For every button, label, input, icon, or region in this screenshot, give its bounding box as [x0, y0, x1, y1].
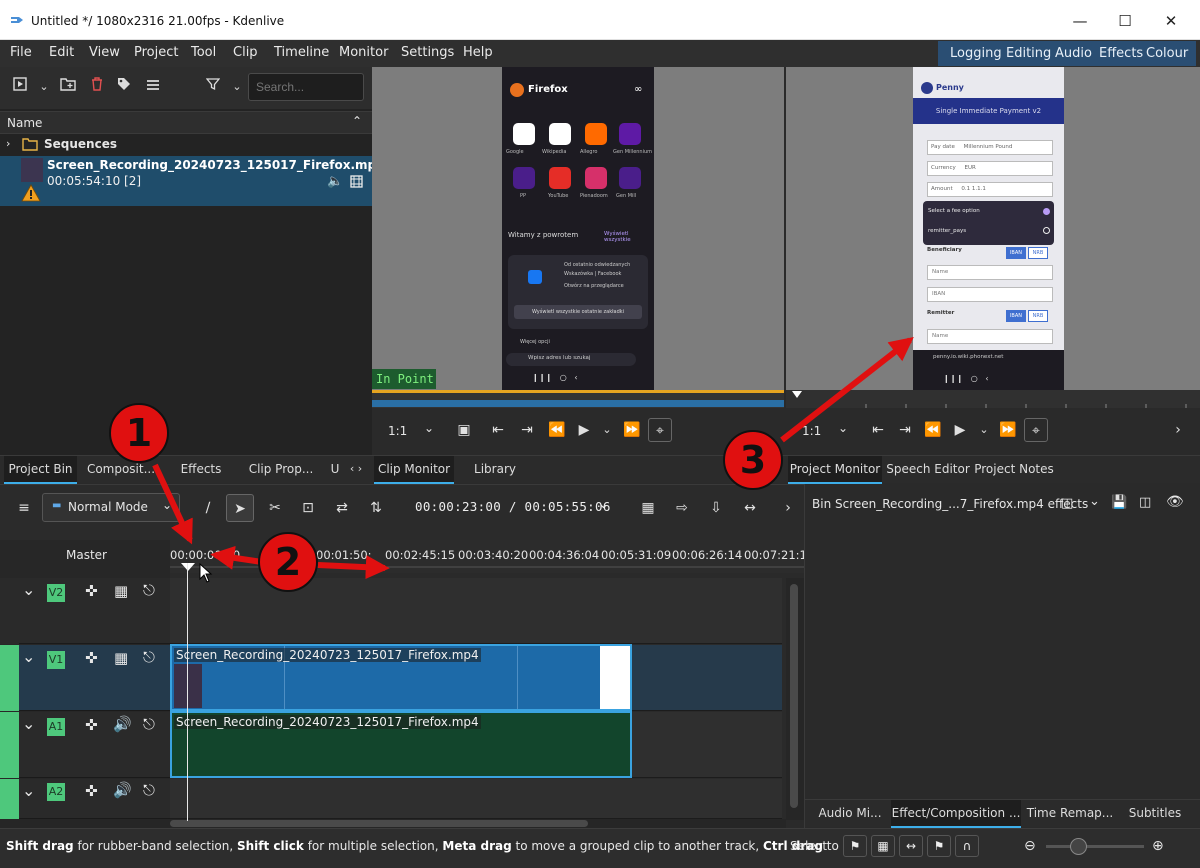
arrow-2-right — [317, 555, 390, 580]
mouse-cursor-icon — [199, 563, 213, 583]
annotation-badge-3: 3 — [723, 430, 783, 490]
kdenlive-window: Untitled */ 1080x2316 21.00fps - Kdenliv… — [0, 0, 1200, 868]
arrow-2-left — [210, 545, 263, 570]
annotation-badge-2: 2 — [258, 532, 318, 592]
arrow-3 — [780, 337, 914, 443]
annotation-arrows — [152, 337, 914, 580]
annotation-badge-1: 1 — [109, 403, 169, 463]
arrow-1 — [152, 463, 193, 545]
